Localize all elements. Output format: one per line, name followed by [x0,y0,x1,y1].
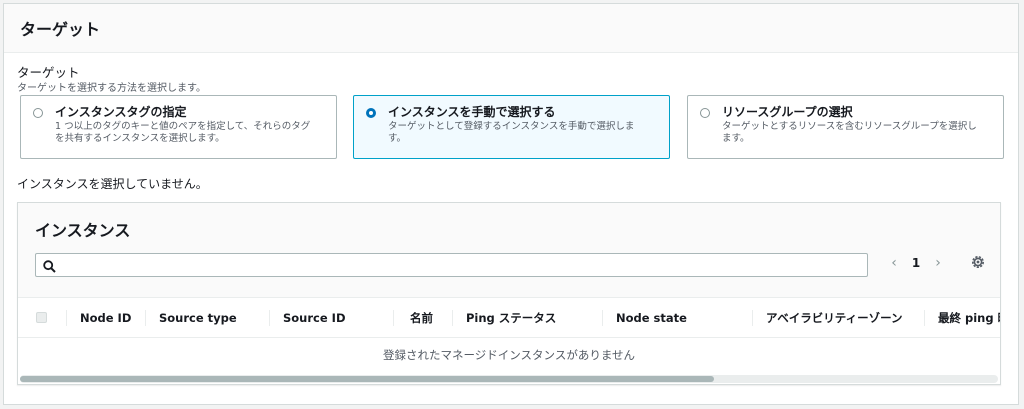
column-header-last-ping[interactable]: 最終 ping 時 [924,298,1000,338]
tile-desc-line: 1 つ以上のタグのキーと値のペアを指定して、それらのタグ [55,121,311,132]
select-all-checkbox[interactable] [36,312,47,323]
instances-table: インスタンス ‹ 1 › Node ID Source type Source … [17,202,1001,385]
instances-header: インスタンス ‹ 1 › [18,203,1000,298]
column-header-source-type[interactable]: Source type [145,298,269,338]
radio-resource-group[interactable] [700,108,710,118]
next-page-button[interactable]: › [928,255,948,271]
tile-title: インスタンスを手動で選択する [388,105,556,119]
target-description: ターゲットを選択する方法を選択します。 [17,83,206,94]
empty-table-message: 登録されたマネージドインスタンスがありません [383,348,635,362]
tile-desc-line: す。 [388,133,407,144]
tile-description: ターゲットとするリソースを含むリソースグループを選択し ます。 [722,121,991,145]
search-icon [43,258,56,277]
radio-tag-target[interactable] [33,108,43,118]
tile-title: リソースグループの選択 [722,105,853,119]
panel-header: ターゲット [4,4,1018,53]
tile-title: インスタンスタグの指定 [55,105,187,119]
current-page[interactable]: 1 [908,256,924,270]
tile-desc-line: ターゲットとするリソースを含むリソースグループを選択し [722,121,977,132]
tile-manual-target[interactable]: インスタンスを手動で選択する ターゲットとして登録するインスタンスを手動で選択し… [353,95,670,159]
column-header-ping-status[interactable]: Ping ステータス [452,298,602,338]
tile-desc-line: ます。 [722,133,750,144]
tile-tag-target[interactable]: インスタンスタグの指定 1 つ以上のタグのキーと値のペアを指定して、それらのタグ… [20,95,337,159]
selection-status: インスタンスを選択していません。 [17,177,208,191]
search-input[interactable] [62,256,861,276]
column-header-source-id[interactable]: Source ID [269,298,393,338]
scrollbar-thumb[interactable] [20,376,714,382]
table-header: Node ID Source type Source ID 名前 Ping ステ… [18,298,1000,338]
prev-page-button[interactable]: ‹ [884,255,904,271]
pagination: ‹ 1 › [884,255,948,271]
tile-desc-line: ターゲットとして登録するインスタンスを手動で選択しま [388,121,635,132]
instances-title: インスタンス [35,221,131,240]
column-header-name[interactable]: 名前 [393,298,452,338]
gear-icon[interactable] [970,254,986,274]
column-header-node-state[interactable]: Node state [602,298,752,338]
tile-desc-line: を共有するインスタンスを選択します。 [55,133,225,144]
column-header-node-id[interactable]: Node ID [66,298,145,338]
tile-resource-group[interactable]: リソースグループの選択 ターゲットとするリソースを含むリソースグループを選択し … [687,95,1004,159]
tile-description: 1 つ以上のタグのキーと値のペアを指定して、それらのタグ を共有するインスタンス… [55,121,324,145]
radio-manual-target[interactable] [366,108,376,118]
tile-description: ターゲットとして登録するインスタンスを手動で選択しま す。 [388,121,657,145]
column-header-availability-zone[interactable]: アベイラビリティーゾーン [752,298,924,338]
panel-title: ターゲット [20,20,101,39]
search-box[interactable] [35,253,868,277]
